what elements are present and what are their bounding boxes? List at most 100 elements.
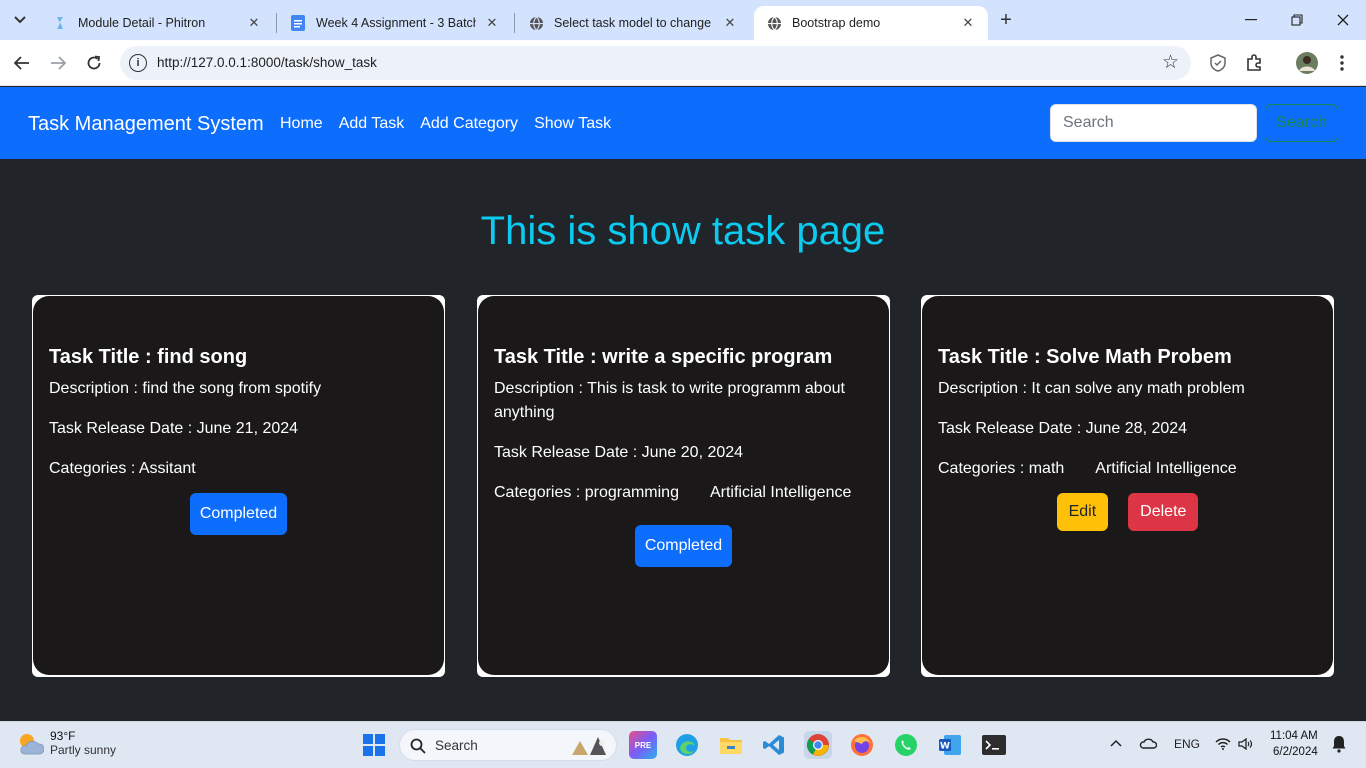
tab-bootstrap-demo[interactable]: Bootstrap demo ✕ <box>754 6 988 40</box>
task-release-date: Task Release Date : June 20, 2024 <box>494 444 744 461</box>
terminal-icon[interactable] <box>980 731 1008 759</box>
task-categories: Categories : programming Artificial Inte… <box>494 481 873 505</box>
close-tab-icon[interactable]: ✕ <box>246 15 262 31</box>
volume-icon[interactable] <box>1238 737 1254 753</box>
file-explorer-icon[interactable] <box>717 731 745 759</box>
browser-tab-strip: Module Detail - Phitron ✕ Week 4 Assignm… <box>0 0 1366 40</box>
forward-arrow-icon[interactable] <box>44 49 72 77</box>
category-item: Artificial Intelligence <box>709 484 852 501</box>
browser-toolbar: i http://127.0.0.1:8000/task/show_task ☆ <box>0 40 1366 86</box>
taskbar-search-box[interactable]: Search <box>399 729 617 761</box>
language-indicator[interactable]: ENG <box>1174 737 1200 751</box>
show-hidden-icons-chevron-icon[interactable] <box>1110 736 1122 750</box>
completed-button[interactable]: Completed <box>634 525 733 567</box>
task-description: Description : This is task to write prog… <box>494 380 845 421</box>
page-title: This is show task page <box>480 209 886 253</box>
weather-widget[interactable]: 93°F Partly sunny <box>16 729 116 757</box>
browser-menu-icon[interactable] <box>1330 51 1354 75</box>
chevron-down-icon <box>14 16 26 24</box>
svg-text:W: W <box>940 742 950 752</box>
tab-week4-assignment[interactable]: Week 4 Assignment - 3 Batch 4 ✕ <box>278 6 512 40</box>
category-item: Artificial Intelligence <box>1095 460 1237 477</box>
minimize-window-icon[interactable] <box>1228 0 1274 40</box>
navbar-brand[interactable]: Task Management System <box>28 113 264 136</box>
task-card: Task Title : find song Description : fin… <box>32 295 445 677</box>
taskbar-search-label: Search <box>435 738 478 753</box>
weather-description: Partly sunny <box>50 743 117 757</box>
globe-icon <box>528 15 544 31</box>
new-tab-plus-icon[interactable]: + <box>994 8 1018 32</box>
extensions-puzzle-icon[interactable] <box>1242 51 1266 75</box>
tab-title: Bootstrap demo <box>792 16 881 30</box>
close-tab-icon[interactable]: ✕ <box>722 15 738 31</box>
edge-browser-icon[interactable] <box>673 731 701 759</box>
clock-date: 6/2/2024 <box>1272 746 1318 758</box>
delete-button[interactable]: Delete <box>1128 493 1199 531</box>
task-categories: Categories : Assitant <box>49 457 428 481</box>
windows-start-icon[interactable] <box>360 731 388 759</box>
task-actions: Completed <box>49 493 428 535</box>
chrome-icon[interactable] <box>804 731 832 759</box>
weather-temperature: 93°F <box>50 729 76 743</box>
task-card: Task Title : Solve Math Probem Descripti… <box>921 295 1334 677</box>
onedrive-cloud-icon[interactable] <box>1139 737 1158 752</box>
vscode-icon[interactable] <box>760 731 788 759</box>
task-title: Task Title : Solve Math Probem <box>938 346 1232 368</box>
tab-title: Week 4 Assignment - 3 Batch 4 <box>316 16 476 30</box>
nav-links: Home Add Task Add Category Show Task <box>280 115 611 133</box>
bookmark-star-icon[interactable]: ☆ <box>1162 51 1179 74</box>
address-bar[interactable]: i http://127.0.0.1:8000/task/show_task ☆ <box>120 46 1191 80</box>
close-tab-icon[interactable]: ✕ <box>484 15 500 31</box>
nav-link-add-task[interactable]: Add Task <box>339 115 405 133</box>
task-card-body: Task Title : write a specific program De… <box>478 296 889 675</box>
tab-divider <box>276 13 277 33</box>
clock-time: 11:04 AM <box>1270 730 1318 742</box>
search-icon <box>410 738 426 754</box>
site-info-icon[interactable]: i <box>129 54 147 72</box>
tab-module-detail[interactable]: Module Detail - Phitron ✕ <box>40 6 274 40</box>
partly-sunny-icon <box>16 730 45 756</box>
phitron-favicon-icon <box>52 15 68 31</box>
reload-icon[interactable] <box>80 49 108 77</box>
task-card-body: Task Title : find song Description : fin… <box>33 296 444 675</box>
tab-title: Module Detail - Phitron <box>78 16 206 30</box>
task-title: Task Title : write a specific program <box>494 346 833 368</box>
whatsapp-icon[interactable] <box>892 731 920 759</box>
search-input[interactable] <box>1050 104 1257 142</box>
task-actions: Completed <box>494 525 873 567</box>
wifi-icon[interactable] <box>1215 738 1231 753</box>
shield-extension-icon[interactable] <box>1206 51 1230 75</box>
task-release-date: Task Release Date : June 21, 2024 <box>49 420 299 437</box>
close-tab-icon[interactable]: ✕ <box>960 15 976 31</box>
tab-search-button[interactable] <box>6 6 34 34</box>
nav-link-home[interactable]: Home <box>280 115 323 133</box>
edit-button[interactable]: Edit <box>1056 493 1109 531</box>
completed-button[interactable]: Completed <box>189 493 288 535</box>
notification-bell-icon[interactable] <box>1332 735 1346 756</box>
system-clock[interactable]: 11:04 AM 6/2/2024 <box>1270 728 1318 760</box>
google-docs-icon <box>290 15 306 31</box>
globe-icon <box>766 15 782 31</box>
firefox-icon[interactable] <box>848 731 876 759</box>
url-text[interactable]: http://127.0.0.1:8000/task/show_task <box>157 55 377 70</box>
profile-avatar[interactable] <box>1295 51 1319 75</box>
word-icon[interactable]: W <box>936 731 964 759</box>
search-highlight-icon <box>572 737 606 755</box>
tab-divider <box>514 13 515 33</box>
task-description: Description : find the song from spotify <box>49 380 322 397</box>
tab-select-task-model[interactable]: Select task model to change | D ✕ <box>516 6 750 40</box>
copilot-icon[interactable]: PRE <box>629 731 657 759</box>
task-actions: Edit Delete <box>938 493 1317 531</box>
nav-link-add-category[interactable]: Add Category <box>420 115 518 133</box>
category-label: Categories : Assitant <box>49 460 196 477</box>
nav-link-show-task[interactable]: Show Task <box>534 115 611 133</box>
category-label: Categories : math <box>938 460 1065 477</box>
app-navbar: Task Management System Home Add Task Add… <box>0 87 1366 159</box>
restore-window-icon[interactable] <box>1274 0 1320 40</box>
search-button[interactable]: Search <box>1265 104 1338 142</box>
task-description: Description : It can solve any math prob… <box>938 380 1245 397</box>
close-window-icon[interactable] <box>1320 0 1366 40</box>
back-arrow-icon[interactable] <box>8 49 36 77</box>
task-card: Task Title : write a specific program De… <box>477 295 890 677</box>
task-categories: Categories : math Artificial Intelligenc… <box>938 457 1317 481</box>
